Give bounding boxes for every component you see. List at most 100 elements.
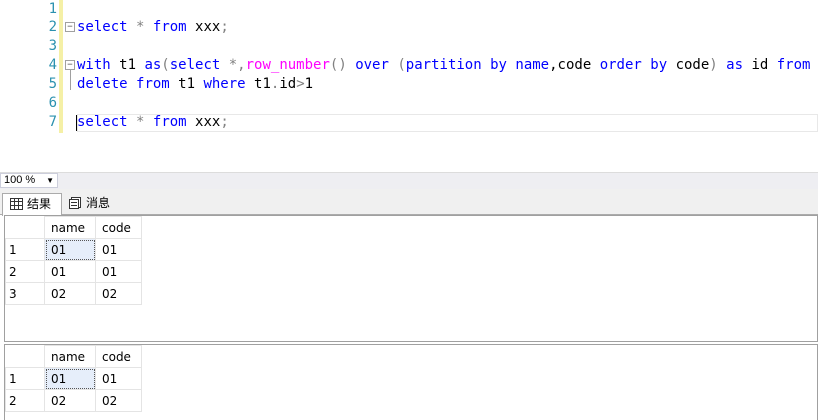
code-token: xxx	[186, 114, 221, 130]
line-number: 3	[48, 38, 57, 54]
code-token: )	[709, 57, 718, 73]
table-cell[interactable]: 02	[44, 389, 96, 412]
code-token: as	[726, 57, 744, 73]
table-cell[interactable]: 02	[44, 282, 96, 305]
zoom-select[interactable]: 100 % ▼	[0, 173, 58, 188]
line-number: 4	[48, 57, 57, 73]
code-token: from	[152, 114, 187, 130]
code-line[interactable]: select * from xxx;	[77, 113, 818, 132]
fold-guide-line	[70, 70, 71, 90]
line-number: 7	[48, 114, 57, 130]
line-number-gutter: 1 2 3 4 5 6 7	[0, 0, 58, 172]
code-token: (	[397, 57, 406, 73]
tab-label: 结果	[27, 197, 52, 211]
code-token: as	[144, 57, 162, 73]
results-table-2: name code 1 01 01 2 02 02	[5, 345, 142, 412]
code-token: name	[515, 57, 550, 73]
code-line[interactable]: with t1 as(select *,row_number() over (p…	[77, 56, 818, 75]
grid-corner-cell[interactable]	[5, 345, 45, 368]
code-token: ,code	[549, 57, 600, 73]
code-token: id	[279, 76, 297, 92]
table-row: 3 02 02	[5, 282, 142, 305]
table-cell[interactable]: 01	[44, 238, 96, 261]
table-cell[interactable]: 01	[95, 260, 142, 283]
table-header-row: name code	[5, 345, 142, 368]
code-line[interactable]: select * from xxx;	[77, 18, 818, 37]
table-row: 1 01 01	[5, 238, 142, 261]
results-grid-2[interactable]: name code 1 01 01 2 02 02	[4, 344, 818, 420]
line-number: 1	[48, 1, 57, 17]
results-table-1: name code 1 01 01 2 01 01 3 02 02	[5, 216, 142, 305]
fold-collapse-icon[interactable]: −	[65, 60, 75, 70]
row-number[interactable]: 2	[5, 260, 45, 283]
sql-editor[interactable]: 1 2 3 4 5 6 7 − − select * from xxx; wit…	[0, 0, 818, 172]
row-number[interactable]: 2	[5, 389, 45, 412]
code-token: 1	[304, 76, 314, 92]
code-token: select	[169, 57, 221, 73]
code-token: ()	[329, 57, 347, 73]
code-token: code	[667, 57, 710, 73]
column-header-name[interactable]: name	[44, 216, 96, 239]
code-token: over	[355, 57, 389, 73]
editor-status-strip: 100 % ▼	[0, 172, 818, 189]
code-token: select	[77, 114, 128, 130]
line-number: 5	[48, 76, 57, 92]
code-token: by	[490, 57, 507, 73]
row-number[interactable]: 1	[5, 238, 45, 261]
row-number[interactable]: 1	[5, 367, 45, 390]
code-token: from	[152, 19, 187, 35]
table-cell[interactable]: 01	[44, 367, 96, 390]
tab-results[interactable]: 结果	[2, 193, 62, 216]
column-header-name[interactable]: name	[44, 345, 96, 368]
code-token: id	[743, 57, 777, 73]
code-token: partition	[405, 57, 482, 73]
table-cell[interactable]: 01	[95, 238, 142, 261]
table-cell[interactable]: 01	[95, 367, 142, 390]
column-header-code[interactable]: code	[95, 216, 142, 239]
table-cell[interactable]: 02	[95, 282, 142, 305]
table-header-row: name code	[5, 216, 142, 239]
tab-messages[interactable]: 消息	[62, 193, 118, 215]
column-header-code[interactable]: code	[95, 345, 142, 368]
zoom-value: 100 %	[4, 174, 36, 186]
code-token: row_number	[245, 57, 330, 73]
fold-collapse-icon[interactable]: −	[65, 22, 75, 32]
line-number: 2	[48, 19, 57, 35]
code-token: *,	[228, 57, 246, 73]
line-number: 6	[48, 95, 57, 111]
table-row: 2 01 01	[5, 260, 142, 283]
messages-icon	[69, 197, 81, 209]
code-token: where	[203, 76, 246, 92]
code-token: order	[599, 57, 642, 73]
grid-icon	[10, 198, 23, 210]
code-token: t1	[110, 57, 145, 73]
results-tab-bar: 结果 消息	[0, 189, 818, 216]
code-token: >	[296, 76, 305, 92]
code-token: by	[650, 57, 668, 73]
chevron-down-icon[interactable]: ▼	[46, 174, 54, 187]
table-cell[interactable]: 01	[44, 260, 96, 283]
row-number[interactable]: 3	[5, 282, 45, 305]
code-token: select	[77, 19, 128, 35]
code-token: from	[136, 76, 170, 92]
grid-corner-cell[interactable]	[5, 216, 45, 239]
code-line[interactable]: delete from t1 where t1.id>1	[77, 75, 818, 94]
code-token: ;	[220, 19, 229, 35]
table-cell[interactable]: 02	[95, 389, 142, 412]
code-token: from	[776, 57, 811, 73]
results-grid-1[interactable]: name code 1 01 01 2 01 01 3 02 02	[4, 215, 818, 342]
code-token: t1	[245, 76, 271, 92]
code-token: ;	[220, 114, 229, 130]
code-token: xxx	[810, 57, 818, 73]
table-row: 2 02 02	[5, 389, 142, 412]
code-token: delete	[77, 76, 128, 92]
code-token: with	[77, 57, 111, 73]
code-token: (	[161, 57, 170, 73]
